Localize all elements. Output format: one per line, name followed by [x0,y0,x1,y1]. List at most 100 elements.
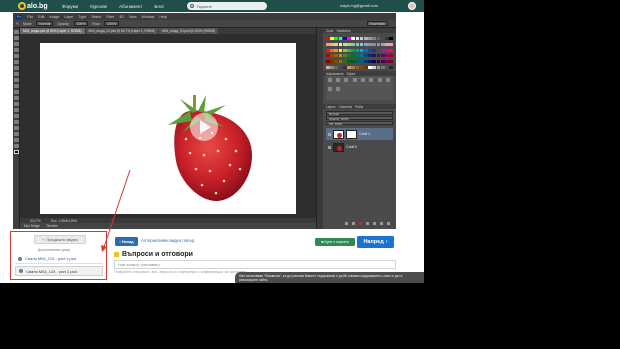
color-swatch [342,42,347,46]
fx-icon [352,221,355,225]
folder-icon [373,221,376,225]
color-swap-icon [14,150,19,154]
ps-adjustments-tab: Adjustments [326,71,344,76]
color-swatch [355,42,360,46]
color-swatch [376,37,381,41]
color-swatch [338,60,343,64]
avatar[interactable] [408,2,416,10]
ps-adjustments-panel [326,76,393,100]
logo-text: alo.bg [27,2,48,10]
color-swatch [389,42,393,46]
color-swatch [330,60,334,64]
nav-link-subscription[interactable]: Абонамент [119,4,142,9]
color-swatch [347,48,351,52]
color-swatch [355,65,360,69]
nav-link-forums[interactable]: Форуми [62,4,78,9]
ps-layer-name: Слой 0 [346,145,358,149]
move-tool-icon [14,30,19,34]
color-swatch [363,60,368,64]
color-swatch [351,60,356,64]
ps-workspace: Essentials [366,21,388,26]
color-swatch [359,54,364,58]
color-swatch [372,48,377,52]
color-swatch [342,60,347,64]
question-title-input[interactable]: Нов въпрос (заглавие) [114,260,396,269]
ps-flow-label: Flow: [92,21,101,26]
color-balance-icon [377,77,382,82]
qa-bullet-icon [114,252,119,257]
color-swatch [326,54,330,58]
ps-layers-tab: Layers [326,104,336,109]
ps-blend-mode: Normal [326,111,393,116]
color-swatch [326,65,330,69]
chevron-left-icon: ‹ [119,239,121,244]
ps-canvas-area [20,34,316,218]
photo-filter-icon [327,86,332,91]
color-swatch [363,65,368,69]
color-swatch [359,65,364,69]
video-player[interactable]: Ps File Edit Image Layer Type Select Fil… [13,13,396,229]
ps-logo: Ps [16,14,23,19]
color-swatch [372,42,377,46]
alt-player-link[interactable]: Алтернативен видео плеър [141,238,194,243]
site-search-value: Търсене [196,3,212,9]
color-swatch [334,54,339,58]
back-button[interactable]: ‹ Назад [115,237,138,246]
ps-toolbar [13,28,20,229]
user-email[interactable]: ivaylo.bg@gmail.com [340,3,378,8]
color-swatch [326,42,330,46]
color-swatch [338,65,343,69]
next-label: Напред [363,239,384,245]
ps-menu-help: Help [159,14,167,19]
color-swatch [330,48,334,52]
color-swatch [380,65,385,69]
color-swatch [334,37,339,41]
history-brush-icon [14,84,19,88]
eyedropper-icon [14,60,19,64]
ps-layers-head: Layers Channels Paths [323,104,396,109]
ps-menu-window: Window [141,14,155,19]
color-swatch [359,48,364,52]
link-icon [345,221,348,225]
ps-panel-strip [316,28,323,229]
color-swatch [334,48,339,52]
chevron-right-icon: › [385,239,388,245]
ps-menubar: Ps File Edit Image Layer Type Select Fil… [13,13,396,20]
ps-menu-edit: Edit [38,14,45,19]
site-logo[interactable]: alo.bg [18,1,48,11]
color-swatch [355,48,360,52]
color-swatch [380,42,385,46]
color-swatch [389,37,393,41]
color-swatch [338,37,343,41]
color-swatch [351,48,356,52]
color-swatch [342,65,347,69]
ps-panels: Color Swatches Adjustments Styles Layers… [323,28,396,229]
color-swatch [347,42,351,46]
ps-options-bar: ✎ Mode: Normal Opacity: 100% Flow: 100% … [13,20,396,28]
site-search-input[interactable]: Търсене [187,2,267,10]
search-icon [190,4,194,8]
color-swatch [380,60,385,64]
color-swatch [385,54,389,58]
ps-paths-tab: Paths [355,104,364,109]
black-white-icon [386,77,391,82]
nav-link-courses[interactable]: Курсове [90,4,107,9]
color-swatch [363,48,368,52]
color-swatch [338,48,343,52]
ps-color-tab: Color [326,28,334,33]
annotation-box [10,231,107,280]
color-swatch [347,65,351,69]
color-swatch [351,54,356,58]
color-swatch [376,48,381,52]
ps-mode-label: Mode: [22,21,33,26]
color-swatch [363,37,368,41]
ps-menu-file: File [27,14,34,19]
ps-doc-size: Doc: 1,08M/4,39M [50,218,77,223]
color-swatch [330,54,334,58]
nav-link-blog[interactable]: Блог [154,4,164,9]
next-button[interactable]: Напред › [357,236,394,248]
channel-mixer-icon [335,86,340,91]
color-swatch [385,48,389,52]
cart-button[interactable]: ■ Купи с картата [315,238,355,246]
cart-label: Купи с картата [324,240,349,244]
